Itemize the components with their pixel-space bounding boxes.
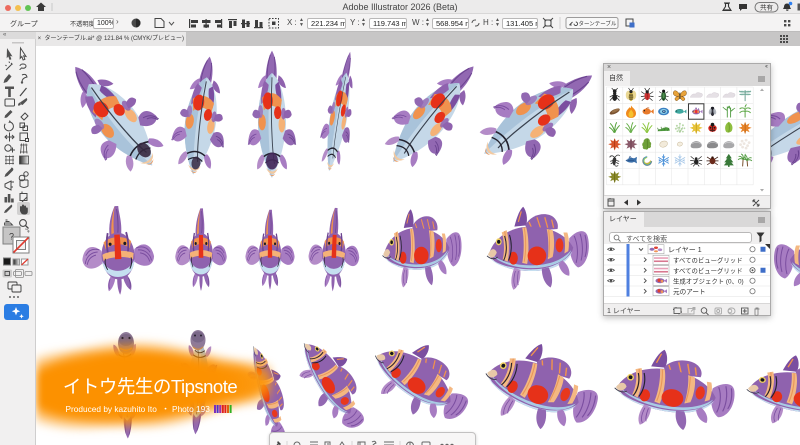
svg-text:すべてのビューグリッド: すべてのビューグリッド bbox=[673, 266, 743, 275]
svg-text:元のアート: 元のアート bbox=[673, 288, 706, 296]
svg-text:生成オブジェクト (0、0): 生成オブジェクト (0、0) bbox=[673, 276, 744, 285]
svg-text:共有: 共有 bbox=[760, 3, 774, 12]
svg-text:すべてのビューグリッド: すべてのビューグリッド bbox=[673, 255, 743, 264]
svg-text:レイヤー 1: レイヤー 1 bbox=[668, 247, 702, 254]
svg-text:ターンテーブル: ターンテーブル bbox=[579, 19, 617, 27]
